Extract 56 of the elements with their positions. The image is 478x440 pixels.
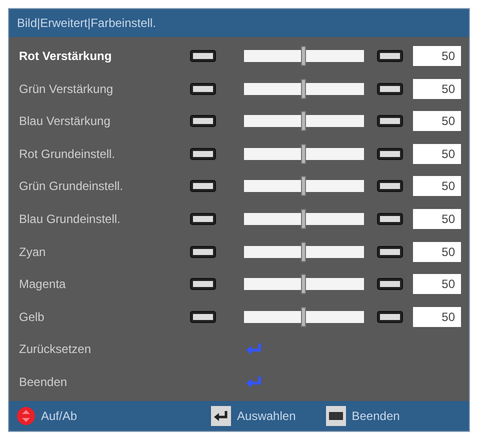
setting-label[interactable]: Rot Grundeinstell. [19, 146, 190, 161]
setting-label[interactable]: Beenden [19, 374, 191, 389]
max-icon [377, 310, 404, 323]
hint-label: Beenden [352, 409, 400, 423]
min-icon [190, 310, 216, 323]
setting-label[interactable]: Blau Grundeinstell. [19, 212, 190, 226]
max-icon [377, 180, 404, 192]
setting-label[interactable]: Rot Verstärkung [19, 49, 190, 64]
max-icon [377, 278, 404, 290]
max-icon [377, 246, 404, 258]
enter-key-icon [211, 406, 232, 426]
slider-thumb[interactable] [301, 242, 306, 262]
max-icon [377, 115, 404, 128]
value-box: 50 [413, 209, 461, 229]
slider-thumb[interactable] [301, 176, 306, 196]
menu-title: Bild|Erweitert|Farbeinstell. [17, 16, 156, 30]
slider-thumb[interactable] [301, 111, 306, 132]
setting-label[interactable]: Grün Grundeinstell. [19, 179, 190, 194]
max-icon [377, 148, 404, 160]
slider-thumb[interactable] [301, 209, 306, 229]
max-icon [377, 213, 404, 225]
min-icon [190, 148, 216, 160]
min-icon [190, 278, 216, 290]
slider-thumb[interactable] [301, 46, 306, 66]
min-icon [190, 180, 216, 192]
value-box: 50 [413, 46, 461, 66]
slider-thumb[interactable] [301, 274, 306, 294]
min-icon [190, 50, 216, 62]
min-icon [190, 246, 216, 258]
setting-label[interactable]: Blau Verstärkung [19, 114, 190, 128]
value-box: 50 [413, 111, 461, 132]
setting-label[interactable]: Magenta [19, 277, 190, 292]
setting-label[interactable]: Gelb [19, 310, 190, 324]
enter-icon [245, 342, 263, 356]
value-box: 50 [413, 176, 461, 196]
enter-icon [245, 374, 263, 389]
hint-label: Auf/Ab [41, 409, 78, 423]
value-box: 50 [413, 274, 461, 294]
max-icon [377, 50, 404, 62]
setting-label[interactable]: Zurücksetzen [19, 342, 191, 356]
menu-key-icon [326, 406, 346, 426]
setting-label[interactable]: Zyan [19, 244, 190, 259]
setting-label[interactable]: Grün Verstärkung [19, 82, 190, 96]
min-icon [190, 115, 216, 128]
value-box: 50 [413, 242, 461, 262]
min-icon [190, 213, 216, 225]
max-icon [377, 82, 404, 95]
slider-thumb[interactable] [301, 306, 306, 327]
value-box: 50 [413, 144, 461, 164]
up-down-icon [17, 407, 35, 425]
slider-thumb[interactable] [301, 144, 306, 164]
min-icon [190, 82, 216, 95]
hint-label: Auswahlen [237, 409, 296, 423]
value-box: 50 [413, 78, 461, 99]
slider-thumb[interactable] [301, 78, 306, 99]
value-box: 50 [413, 306, 461, 327]
